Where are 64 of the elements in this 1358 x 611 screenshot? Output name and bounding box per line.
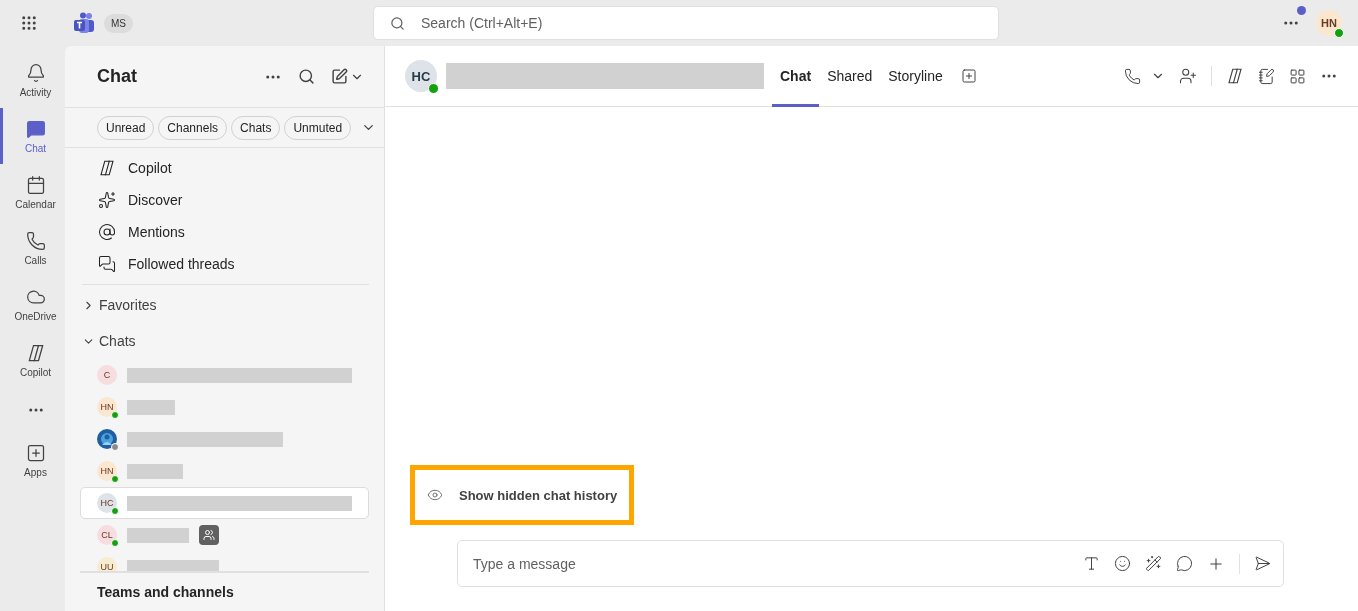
chat-icon [25,118,46,139]
search-box[interactable]: Search (Ctrl+Alt+E) [373,6,999,40]
org-badge[interactable]: MS [104,13,133,33]
user-avatar[interactable]: HN [1316,10,1342,36]
contact-avatar: HN [97,397,117,417]
rail-tab[interactable]: OneDrive [0,276,65,332]
show-history-button[interactable]: Show hidden chat history [410,465,635,525]
section-header[interactable]: Chats [80,323,369,359]
bell-icon [25,62,46,83]
copilot-icon [98,159,116,177]
rail-tab[interactable]: Copilot [0,332,65,388]
tab[interactable]: Chat [772,45,820,107]
redacted-name [127,463,183,479]
redacted-name [127,527,189,543]
search-icon[interactable] [298,68,315,85]
phone-icon[interactable] [1124,67,1141,85]
contact-avatar: HN [97,461,117,481]
rail-tab[interactable]: Calendar [0,164,65,220]
nav-item[interactable]: Mentions [80,216,369,248]
sparkle-icon [98,191,116,209]
filter-chip[interactable]: Unread [97,115,155,140]
contact-avatar: HC [97,493,117,513]
add-tab-icon[interactable] [960,68,977,84]
send-icon[interactable] [1254,555,1271,572]
rail-tab[interactable]: Activity [0,52,65,108]
eye-icon [427,487,443,503]
plus-square-icon [25,442,46,463]
tab[interactable]: Storyline [880,45,951,107]
tab[interactable]: Shared [819,45,881,107]
contact-avatar: C [97,365,117,385]
compose-icon[interactable] [331,68,348,85]
apps-icon[interactable] [1289,67,1306,85]
nav-item[interactable]: Discover [80,184,369,216]
copilot-icon[interactable] [1226,67,1244,85]
message-box[interactable]: Type a message [457,540,1284,587]
emoji-icon[interactable] [1114,555,1131,572]
phone-icon [25,230,46,251]
at-sign-icon [98,223,116,241]
filter-chip[interactable]: Chats [231,115,281,140]
nav-item[interactable]: Followed threads [80,248,369,280]
format-icon[interactable] [1083,555,1100,572]
redacted-name [127,399,175,415]
rail-tab[interactable]: Apps [0,432,65,488]
magic-wand-icon[interactable] [1145,555,1162,572]
calendar-icon [25,174,46,195]
app-launcher-icon[interactable] [20,14,38,32]
nav-item[interactable]: Copilot [80,152,369,184]
teams-logo-icon [74,12,94,34]
search-icon [390,15,405,31]
contact-avatar: HC [405,60,437,92]
notes-icon[interactable] [1258,67,1275,85]
panel-title: Chat [97,66,138,87]
section-header[interactable]: Favorites [80,287,369,323]
contact-avatar: UU [97,557,117,571]
speech-bubble-icon[interactable] [1176,555,1193,572]
contact-avatar: CL [97,525,117,545]
section-title: Teams and channels [97,584,234,600]
filter-chip[interactable]: Unmuted [284,115,352,140]
speech-bubbles-icon [98,255,116,273]
search-field[interactable]: Search (Ctrl+Alt+E) [419,14,982,32]
chat-row[interactable]: HC [80,487,369,519]
filter-chip[interactable]: Channels [158,115,228,140]
add-people-icon[interactable] [1179,67,1197,85]
rail-tab[interactable]: Calls [0,220,65,276]
